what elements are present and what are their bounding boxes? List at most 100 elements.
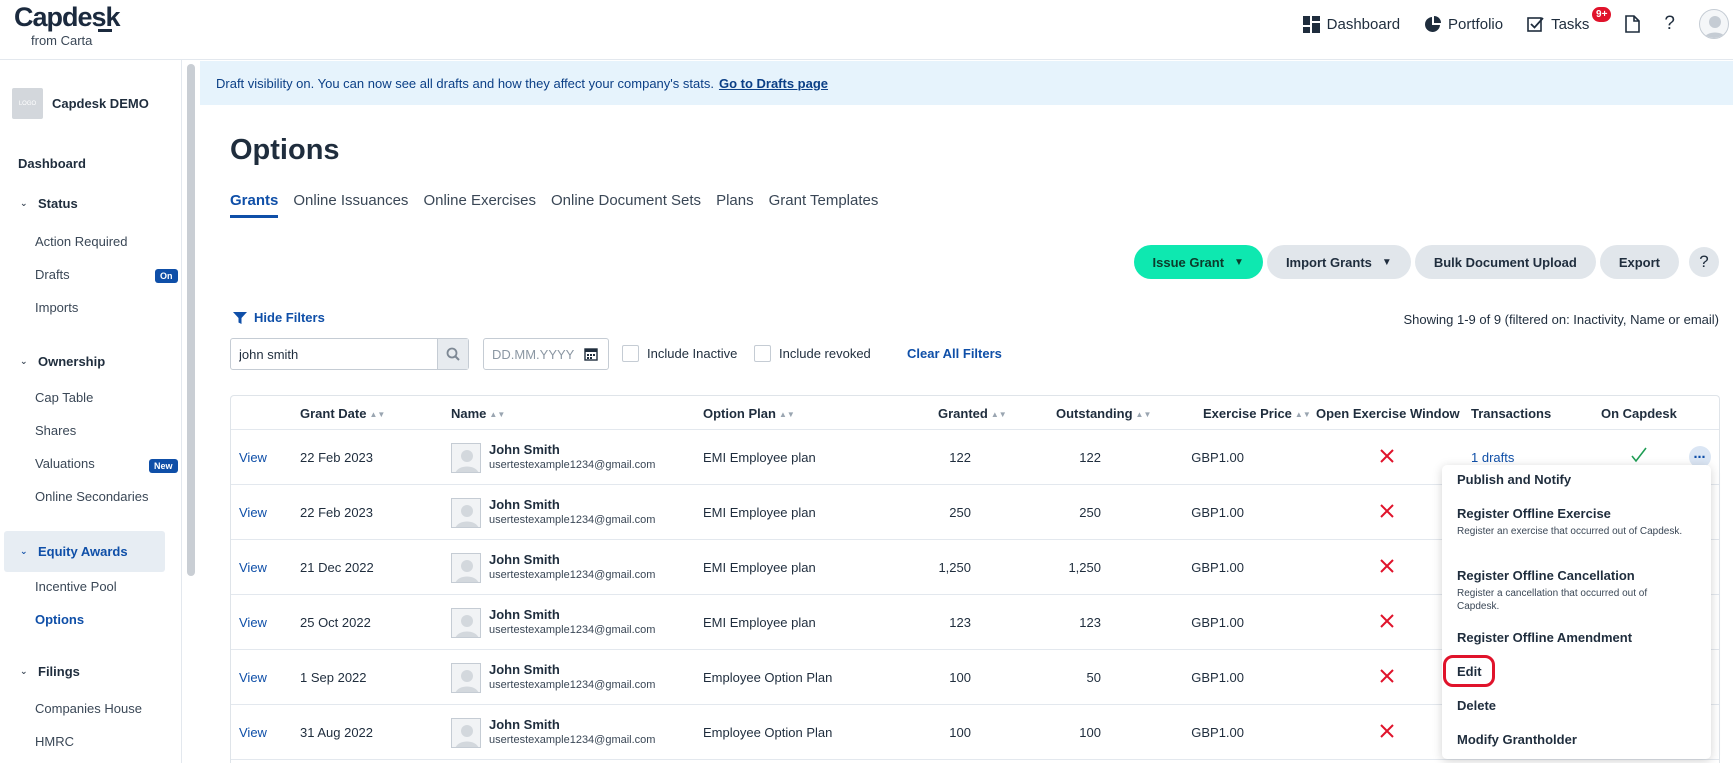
menu-item-label: Register Offline Amendment xyxy=(1457,630,1633,645)
sidebar-item-options[interactable]: Options xyxy=(35,612,84,627)
grantholder[interactable]: John Smith usertestexample1234@gmail.com xyxy=(451,442,655,473)
col-on-capdesk: On Capdesk xyxy=(1601,406,1677,421)
company-switcher[interactable]: LOGO Capdesk DEMO xyxy=(12,88,149,119)
menu-item-modify-grantholder[interactable]: Modify Grantholder xyxy=(1457,732,1577,747)
chevron-down-icon: ⌄ xyxy=(20,666,28,676)
sidebar-item-dashboard[interactable]: Dashboard xyxy=(18,156,86,171)
sidebar-section-ownership[interactable]: ⌄ Ownership xyxy=(20,354,105,369)
grantholder[interactable]: John Smith usertestexample1234@gmail.com xyxy=(451,607,655,638)
view-link[interactable]: View xyxy=(239,505,267,520)
sidebar-section-status[interactable]: ⌄ Status xyxy=(20,196,78,211)
sidebar-item-incentive-pool[interactable]: Incentive Pool xyxy=(35,579,117,594)
outstanding-value: 1,250 xyxy=(1068,560,1101,575)
nav-tasks-label: Tasks xyxy=(1551,15,1590,33)
chevron-down-icon: ⌄ xyxy=(20,198,28,208)
sidebar-item-companies-house[interactable]: Companies House xyxy=(35,701,142,716)
menu-item-description: Register a cancellation that occurred ou… xyxy=(1457,588,1648,612)
grantholder-name: John Smith xyxy=(489,662,560,677)
menu-item-publish-and-notify[interactable]: Publish and Notify xyxy=(1457,472,1571,487)
col-option-plan[interactable]: Option Plan ▲▼ xyxy=(703,406,795,421)
menu-item-description: Register an exercise that occurred out o… xyxy=(1457,526,1683,537)
col-exercise-price[interactable]: Exercise Price ▲▼ xyxy=(1203,406,1311,421)
user-avatar[interactable] xyxy=(1699,9,1729,39)
tab-online-document-sets[interactable]: Online Document Sets xyxy=(551,192,701,218)
nav-portfolio-label: Portfolio xyxy=(1448,15,1504,33)
nav-tasks[interactable]: Tasks 9+ xyxy=(1527,6,1612,33)
grantholder[interactable]: John Smith usertestexample1234@gmail.com xyxy=(451,662,655,693)
sidebar-scrollbar[interactable] xyxy=(187,64,195,576)
sort-icon: ▲▼ xyxy=(369,410,386,419)
search-icon xyxy=(446,347,460,361)
view-link[interactable]: View xyxy=(239,450,267,465)
sidebar-item-imports[interactable]: Imports xyxy=(35,300,78,315)
menu-item-register-offline-exercise[interactable]: Register Offline Exercise Register an ex… xyxy=(1457,506,1687,538)
tab-online-exercises[interactable]: Online Exercises xyxy=(423,192,536,218)
menu-item-register-offline-cancellation[interactable]: Register Offline Cancellation Register a… xyxy=(1457,568,1687,613)
bulk-document-upload-button[interactable]: Bulk Document Upload xyxy=(1414,245,1596,279)
export-label: Export xyxy=(1618,254,1660,270)
chevron-down-icon: ⌄ xyxy=(20,546,28,556)
grantholder[interactable]: John Smith usertestexample1234@gmail.com xyxy=(451,497,655,528)
view-link[interactable]: View xyxy=(239,615,267,630)
sidebar-item-action-required[interactable]: Action Required xyxy=(35,234,128,249)
col-granted[interactable]: Granted ▲▼ xyxy=(938,406,1007,421)
nav-dashboard[interactable]: Dashboard xyxy=(1302,15,1401,33)
grantholder-name: John Smith xyxy=(489,442,560,457)
documents-button[interactable] xyxy=(1625,15,1641,33)
search-button[interactable] xyxy=(437,339,468,369)
grantholder-name: John Smith xyxy=(489,497,560,512)
grantholder[interactable]: John Smith usertestexample1234@gmail.com xyxy=(451,717,655,748)
export-button[interactable]: Export xyxy=(1599,245,1679,279)
user-icon xyxy=(455,449,479,472)
sidebar-item-online-secondaries[interactable]: Online Secondaries xyxy=(35,489,148,504)
table-header: Grant Date ▲▼ Name ▲▼ Option Plan ▲▼ Grante… xyxy=(231,396,1719,430)
draft-visibility-banner: Draft visibility on. You can now see all… xyxy=(200,61,1733,105)
col-transactions: Transactions xyxy=(1471,406,1552,421)
hide-filters-toggle[interactable]: Hide Filters xyxy=(233,310,325,325)
bulk-upload-label: Bulk Document Upload xyxy=(1433,254,1577,270)
outstanding-value: 122 xyxy=(1079,450,1101,465)
sidebar-item-hmrc[interactable]: HMRC xyxy=(35,734,74,749)
sidebar-item-valuations[interactable]: Valuations xyxy=(35,456,95,471)
banner-text: Draft visibility on. You can now see all… xyxy=(216,75,714,91)
issue-grant-button[interactable]: Issue Grant ▼ xyxy=(1133,245,1263,279)
nav-portfolio[interactable]: Portfolio xyxy=(1424,15,1504,33)
date-filter-input[interactable]: DD.MM.YYYY xyxy=(483,338,609,370)
include-revoked-checkbox[interactable]: Include revoked xyxy=(754,345,871,362)
clear-all-filters-link[interactable]: Clear All Filters xyxy=(907,346,1002,361)
include-inactive-checkbox[interactable]: Include Inactive xyxy=(622,345,737,362)
view-link[interactable]: View xyxy=(239,725,267,740)
help-button[interactable]: ? xyxy=(1664,13,1675,35)
sidebar-item-drafts[interactable]: Drafts xyxy=(35,267,70,282)
tab-plans[interactable]: Plans xyxy=(716,192,754,218)
nav-dashboard-label: Dashboard xyxy=(1326,15,1401,33)
exercise-price-value: GBP1.00 xyxy=(1191,560,1244,575)
tab-online-issuances[interactable]: Online Issuances xyxy=(293,192,408,218)
help-circle-button[interactable]: ? xyxy=(1689,247,1719,277)
menu-item-register-offline-amendment[interactable]: Register Offline Amendment xyxy=(1457,630,1632,645)
col-name[interactable]: Name ▲▼ xyxy=(451,406,505,421)
checkbox-icon xyxy=(1527,16,1544,32)
name-search-input[interactable] xyxy=(231,339,437,369)
go-to-drafts-link[interactable]: Go to Drafts page xyxy=(719,76,828,91)
tasks-count-badge: 9+ xyxy=(1592,6,1612,22)
col-outstanding[interactable]: Outstanding ▲▼ xyxy=(1056,406,1151,421)
sidebar-item-shares[interactable]: Shares xyxy=(35,423,76,438)
sidebar-item-cap-table[interactable]: Cap Table xyxy=(35,390,93,405)
import-grants-label: Import Grants xyxy=(1285,254,1372,270)
grantholder[interactable]: John Smith usertestexample1234@gmail.com xyxy=(451,552,655,583)
sidebar-section-equity-awards[interactable]: ⌄ Equity Awards xyxy=(20,544,128,559)
sidebar-section-filings[interactable]: ⌄ Filings xyxy=(20,664,80,679)
view-link[interactable]: View xyxy=(239,670,267,685)
col-grant-date[interactable]: Grant Date ▲▼ xyxy=(300,406,385,421)
tab-grant-templates[interactable]: Grant Templates xyxy=(769,192,879,218)
user-icon xyxy=(455,724,479,747)
transactions-drafts-link[interactable]: 1 drafts xyxy=(1471,450,1514,465)
tab-grants[interactable]: Grants xyxy=(230,192,279,218)
import-grants-button[interactable]: Import Grants ▼ xyxy=(1266,245,1411,279)
grantholder-name: John Smith xyxy=(489,552,560,567)
row-actions-menu: Publish and Notify Register Offline Exer… xyxy=(1442,465,1711,759)
menu-item-delete[interactable]: Delete xyxy=(1457,698,1496,713)
view-link[interactable]: View xyxy=(239,560,267,575)
capdesk-logo[interactable]: Capdesk from Carta xyxy=(14,2,121,48)
